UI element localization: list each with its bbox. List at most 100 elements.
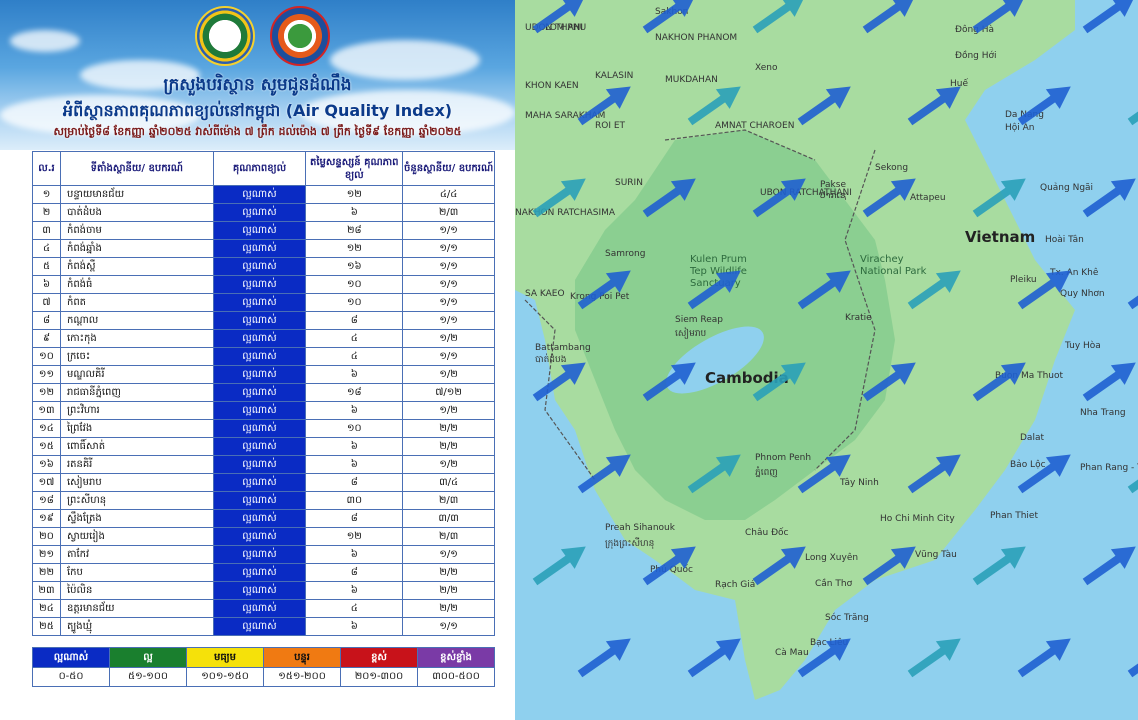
- row-no: ២៥: [32, 617, 61, 636]
- row-stations: ១/១: [402, 239, 495, 258]
- table-row: ១៧ សៀមរាប ល្អណាស់៨៣/៤: [32, 473, 495, 492]
- city-label: Kratie: [845, 313, 872, 323]
- legend-range: ៣០០-៥០០: [418, 666, 494, 686]
- partner-logo-icon: [270, 6, 330, 66]
- row-index: ៨: [305, 311, 404, 330]
- col-no: ល.រ: [32, 151, 61, 186]
- row-no: ១០: [32, 347, 61, 366]
- city-label: Cần Thơ: [815, 578, 853, 589]
- city-label: សៀមរាប: [675, 327, 707, 339]
- legend-item: ខ្ពស់ ២០១-៣០០: [341, 648, 418, 686]
- row-stations: ១/១: [402, 545, 495, 564]
- table-body: ១បន្ទាយមានជ័យ ល្អណាស់ ១២ ៤/៤២បាត់ដំបង ល្អណាស…: [32, 185, 495, 636]
- city-label: Tuy Hòa: [1064, 340, 1101, 351]
- table-row: ២៥ ត្បូងឃ្មុំ ល្អណាស់៦១/១: [32, 617, 495, 636]
- row-location: ស្ទឹងត្រែង: [59, 509, 214, 528]
- row-index: ១០: [305, 275, 404, 294]
- row-quality: ល្អណាស់: [212, 491, 307, 510]
- row-location: មណ្ឌលគិរី: [59, 365, 214, 384]
- wind-map[interactable]: CambodiaVietnamKulen PrumTep WildlifeSan…: [515, 0, 1138, 720]
- table-row: ១បន្ទាយមានជ័យ ល្អណាស់ ១២ ៤/៤: [32, 185, 495, 204]
- row-index: ៨: [305, 563, 404, 582]
- row-no: ២៣: [32, 581, 61, 600]
- row-stations: ២/២: [402, 581, 495, 600]
- city-label: Rạch Giá: [715, 580, 755, 590]
- row-stations: ១/១: [402, 275, 495, 294]
- row-stations: ១/២: [402, 329, 495, 348]
- legend-item: មធ្យម ១០១-១៥០: [187, 648, 264, 686]
- row-index: ៨: [305, 473, 404, 492]
- row-stations: ១/១: [402, 311, 495, 330]
- col-stations: ចំនួនស្ថានីយ/ ឧបករណ៍: [402, 151, 495, 186]
- row-stations: ១/១: [402, 347, 495, 366]
- row-no: ១៧: [32, 473, 61, 492]
- row-quality: ល្អណាស់: [212, 581, 307, 600]
- row-location: ក្រចេះ: [59, 347, 214, 366]
- row-quality: ល្អណាស់: [212, 203, 307, 222]
- row-quality: ល្អណាស់: [212, 437, 307, 456]
- row-quality: ល្អណាស់: [212, 365, 307, 384]
- city-label: SURIN: [615, 178, 643, 188]
- aqi-table: ល.រ ទីតាំងស្ថានីយ/ ឧបករណ៍ គុណភាពខ្យល់ តម…: [32, 151, 495, 636]
- row-index: ៤: [305, 329, 404, 348]
- city-label: LOM PHU: [545, 23, 586, 33]
- row-index: ១៦: [305, 257, 404, 276]
- table-row: ៤កំពង់ឆ្នាំង ល្អណាស់ ១២ ១/១: [32, 239, 495, 258]
- row-index: ១២: [305, 527, 404, 546]
- table-row: ២បាត់ដំបង ល្អណាស់៦២/៣: [32, 203, 495, 222]
- row-index: ១២: [305, 239, 404, 258]
- row-location: តាកែវ: [59, 545, 214, 564]
- row-no: ១៥: [32, 437, 61, 456]
- row-quality: ល្អណាស់: [212, 509, 307, 528]
- city-label: ROI ET: [595, 121, 626, 131]
- row-no: ៥: [32, 257, 61, 276]
- row-index: ៦: [305, 545, 404, 564]
- row-location: ត្បូងឃ្មុំ: [59, 617, 214, 636]
- row-no: ១៨: [32, 491, 61, 510]
- map-canvas[interactable]: CambodiaVietnamKulen PrumTep WildlifeSan…: [515, 0, 1138, 720]
- screen: ក្រសួងបរិស្ថាន សូមជូនដំណឹង អំពីស្ថានភាពគ…: [0, 0, 1138, 720]
- city-label: Hội An: [1005, 122, 1035, 133]
- row-quality: ល្អណាស់: [212, 545, 307, 564]
- row-quality: ល្អណាស់: [212, 401, 307, 420]
- city-label: Hoài Tân: [1045, 235, 1084, 245]
- city-label: Cà Mau: [775, 648, 809, 658]
- row-index: ៦: [305, 401, 404, 420]
- city-label: NAKHON PHANOM: [655, 33, 737, 43]
- row-index: ៤: [305, 347, 404, 366]
- city-label: Samrong: [605, 249, 645, 259]
- row-location: បន្ទាយមានជ័យ: [59, 185, 214, 204]
- table-row: ៣កំពង់ចាម ល្អណាស់ ២៨ ១/១: [32, 221, 495, 240]
- city-label: AMNAT CHAROEN: [715, 121, 794, 131]
- table-row: ១៤ ព្រៃវែង ល្អណាស់ ១០ ២/២: [32, 419, 495, 438]
- row-index: ៤: [305, 599, 404, 618]
- row-index: ៦: [305, 437, 404, 456]
- city-label: KALASIN: [595, 71, 633, 81]
- table-row: ៨កណ្ដាល ល្អណាស់៨១/១: [32, 311, 495, 330]
- table-row: ២១ តាកែវ ល្អណាស់៦១/១: [32, 545, 495, 564]
- row-location: រាជធានីភ្នំពេញ: [59, 383, 214, 402]
- row-stations: ១/២: [402, 401, 495, 420]
- city-label: Vũng Tàu: [915, 550, 957, 560]
- row-location: ស្វាយរៀង: [59, 527, 214, 546]
- row-no: ២: [32, 203, 61, 222]
- legend-label: ល្អណាស់: [33, 648, 109, 667]
- header-subtitle: អំពីស្ថានភាពគុណភាពខ្យល់នៅកម្ពុជា (Air Qu…: [62, 101, 453, 120]
- row-stations: ២/៣: [402, 203, 495, 222]
- table-row: ២០ ស្វាយរៀង ល្អណាស់ ១២ ២/៣: [32, 527, 495, 546]
- row-quality: ល្អណាស់: [212, 563, 307, 582]
- legend-label: មធ្យម: [187, 648, 263, 667]
- aqi-legend: ល្អណាស់ ០-៥០ ល្អ ៥១-១០០ មធ្យម ១០១-១៥០ បន្ទុរ ១៥…: [32, 647, 495, 687]
- table-row: ៦កំពង់ធំ ល្អណាស់ ១០ ១/១: [32, 275, 495, 294]
- legend-label: ខ្ពស់: [341, 648, 417, 667]
- legend-range: ៥១-១០០: [110, 666, 186, 686]
- row-stations: ១/២: [402, 455, 495, 474]
- legend-range: ២០១-៣០០: [341, 666, 417, 686]
- row-quality: ល្អណាស់: [212, 221, 307, 240]
- row-no: ៩: [32, 329, 61, 348]
- city-label: Dalat: [1020, 433, 1044, 443]
- table-row: ២៣ ប៉ៃលិន ល្អណាស់៦២/២: [32, 581, 495, 600]
- park-label-virachey: Virachey: [860, 254, 904, 265]
- row-location: កណ្ដាល: [59, 311, 214, 330]
- table-row: ៥កំពង់ស្ពឺ ល្អណាស់ ១៦ ១/១: [32, 257, 495, 276]
